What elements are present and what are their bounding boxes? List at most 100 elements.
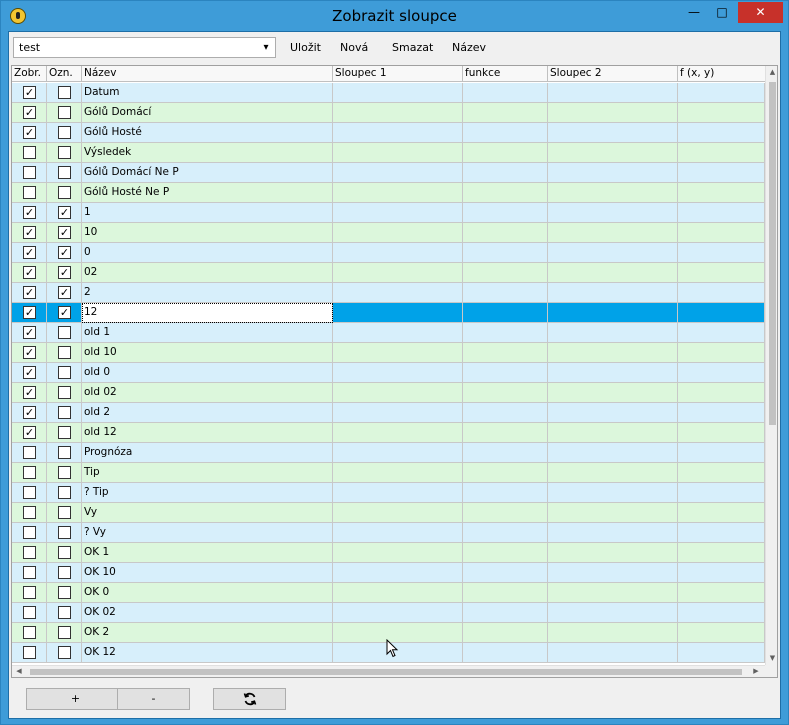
fn-cell[interactable] (463, 463, 548, 483)
zobr-cell[interactable] (12, 543, 47, 563)
fxy-cell[interactable] (678, 83, 765, 103)
zobr-checkbox[interactable] (23, 446, 36, 459)
s2-cell[interactable] (548, 303, 678, 323)
s2-cell[interactable] (548, 323, 678, 343)
fn-cell[interactable] (463, 343, 548, 363)
fxy-cell[interactable] (678, 343, 765, 363)
column-name-cell[interactable]: old 10 (82, 343, 333, 363)
table-row[interactable]: Gólů Domácí Ne P (12, 163, 765, 183)
fn-cell[interactable] (463, 263, 548, 283)
ozn-checkbox[interactable] (58, 466, 71, 479)
s2-cell[interactable] (548, 223, 678, 243)
table-row[interactable]: ✓ Gólů Hosté (12, 123, 765, 143)
column-name-cell[interactable]: OK 1 (82, 543, 333, 563)
s1-cell[interactable] (333, 243, 463, 263)
fxy-cell[interactable] (678, 543, 765, 563)
table-row[interactable]: Výsledek (12, 143, 765, 163)
add-column-button[interactable]: + (26, 688, 125, 710)
s1-cell[interactable] (333, 363, 463, 383)
zobr-cell[interactable] (12, 623, 47, 643)
table-row[interactable]: ✓ ✓ 02 (12, 263, 765, 283)
zobr-cell[interactable] (12, 603, 47, 623)
s1-cell[interactable] (333, 143, 463, 163)
zobr-checkbox[interactable]: ✓ (23, 426, 36, 439)
maximize-button[interactable]: □ (709, 2, 735, 23)
zobr-cell[interactable]: ✓ (12, 283, 47, 303)
s2-cell[interactable] (548, 143, 678, 163)
zobr-cell[interactable]: ✓ (12, 203, 47, 223)
zobr-checkbox[interactable]: ✓ (23, 206, 36, 219)
table-row[interactable]: ✓ old 02 (12, 383, 765, 403)
chevron-down-icon[interactable]: ▾ (259, 40, 273, 55)
s2-cell[interactable] (548, 83, 678, 103)
zobr-cell[interactable]: ✓ (12, 303, 47, 323)
s2-cell[interactable] (548, 183, 678, 203)
s2-cell[interactable] (548, 563, 678, 583)
fn-cell[interactable] (463, 383, 548, 403)
zobr-checkbox[interactable] (23, 626, 36, 639)
zobr-checkbox[interactable]: ✓ (23, 406, 36, 419)
column-name-cell[interactable]: old 02 (82, 383, 333, 403)
ozn-checkbox[interactable] (58, 526, 71, 539)
column-name-cell[interactable]: old 2 (82, 403, 333, 423)
fn-cell[interactable] (463, 223, 548, 243)
column-name-cell[interactable]: OK 0 (82, 583, 333, 603)
zobr-checkbox[interactable]: ✓ (23, 366, 36, 379)
column-name-cell[interactable]: Gólů Domácí Ne P (82, 163, 333, 183)
s2-cell[interactable] (548, 463, 678, 483)
s1-cell[interactable] (333, 303, 463, 323)
column-name-cell[interactable]: Gólů Domácí (82, 103, 333, 123)
s1-cell[interactable] (333, 223, 463, 243)
s2-cell[interactable] (548, 543, 678, 563)
fxy-cell[interactable] (678, 243, 765, 263)
zobr-checkbox[interactable] (23, 166, 36, 179)
fxy-cell[interactable] (678, 383, 765, 403)
ozn-cell[interactable] (47, 443, 82, 463)
zobr-cell[interactable] (12, 583, 47, 603)
column-name-cell[interactable]: Datum (82, 83, 333, 103)
ozn-checkbox[interactable] (58, 186, 71, 199)
column-name-cell[interactable]: Prognóza (82, 443, 333, 463)
zobr-cell[interactable]: ✓ (12, 363, 47, 383)
zobr-checkbox[interactable]: ✓ (23, 286, 36, 299)
s1-cell[interactable] (333, 203, 463, 223)
table-row[interactable]: Gólů Hosté Ne P (12, 183, 765, 203)
s1-cell[interactable] (333, 543, 463, 563)
fxy-cell[interactable] (678, 283, 765, 303)
fxy-cell[interactable] (678, 463, 765, 483)
ozn-cell[interactable] (47, 463, 82, 483)
fxy-cell[interactable] (678, 263, 765, 283)
zobr-checkbox[interactable] (23, 526, 36, 539)
zobr-checkbox[interactable]: ✓ (23, 226, 36, 239)
fxy-cell[interactable] (678, 523, 765, 543)
table-row[interactable]: ✓ old 0 (12, 363, 765, 383)
vertical-scrollbar[interactable]: ▲ ▼ (765, 66, 777, 665)
rename-button[interactable]: Název (452, 41, 486, 54)
s1-cell[interactable] (333, 503, 463, 523)
s1-cell[interactable] (333, 423, 463, 443)
table-row[interactable]: ✓ ✓ 12 (12, 303, 765, 323)
zobr-checkbox[interactable] (23, 186, 36, 199)
fn-cell[interactable] (463, 303, 548, 323)
zobr-cell[interactable]: ✓ (12, 243, 47, 263)
column-name-cell[interactable]: Gólů Hosté (82, 123, 333, 143)
zobr-checkbox[interactable]: ✓ (23, 346, 36, 359)
fxy-cell[interactable] (678, 503, 765, 523)
column-name-cell[interactable]: 12 (82, 303, 333, 323)
table-row[interactable]: ✓ old 12 (12, 423, 765, 443)
ozn-checkbox[interactable] (58, 366, 71, 379)
column-name-cell[interactable]: 10 (82, 223, 333, 243)
s1-cell[interactable] (333, 443, 463, 463)
s1-cell[interactable] (333, 263, 463, 283)
header-nazev[interactable]: Název (82, 66, 333, 82)
ozn-checkbox[interactable] (58, 486, 71, 499)
ozn-checkbox[interactable] (58, 106, 71, 119)
s2-cell[interactable] (548, 643, 678, 663)
ozn-cell[interactable] (47, 323, 82, 343)
zobr-checkbox[interactable] (23, 646, 36, 659)
ozn-checkbox[interactable] (58, 346, 71, 359)
ozn-cell[interactable] (47, 143, 82, 163)
fn-cell[interactable] (463, 563, 548, 583)
zobr-checkbox[interactable]: ✓ (23, 86, 36, 99)
s1-cell[interactable] (333, 583, 463, 603)
